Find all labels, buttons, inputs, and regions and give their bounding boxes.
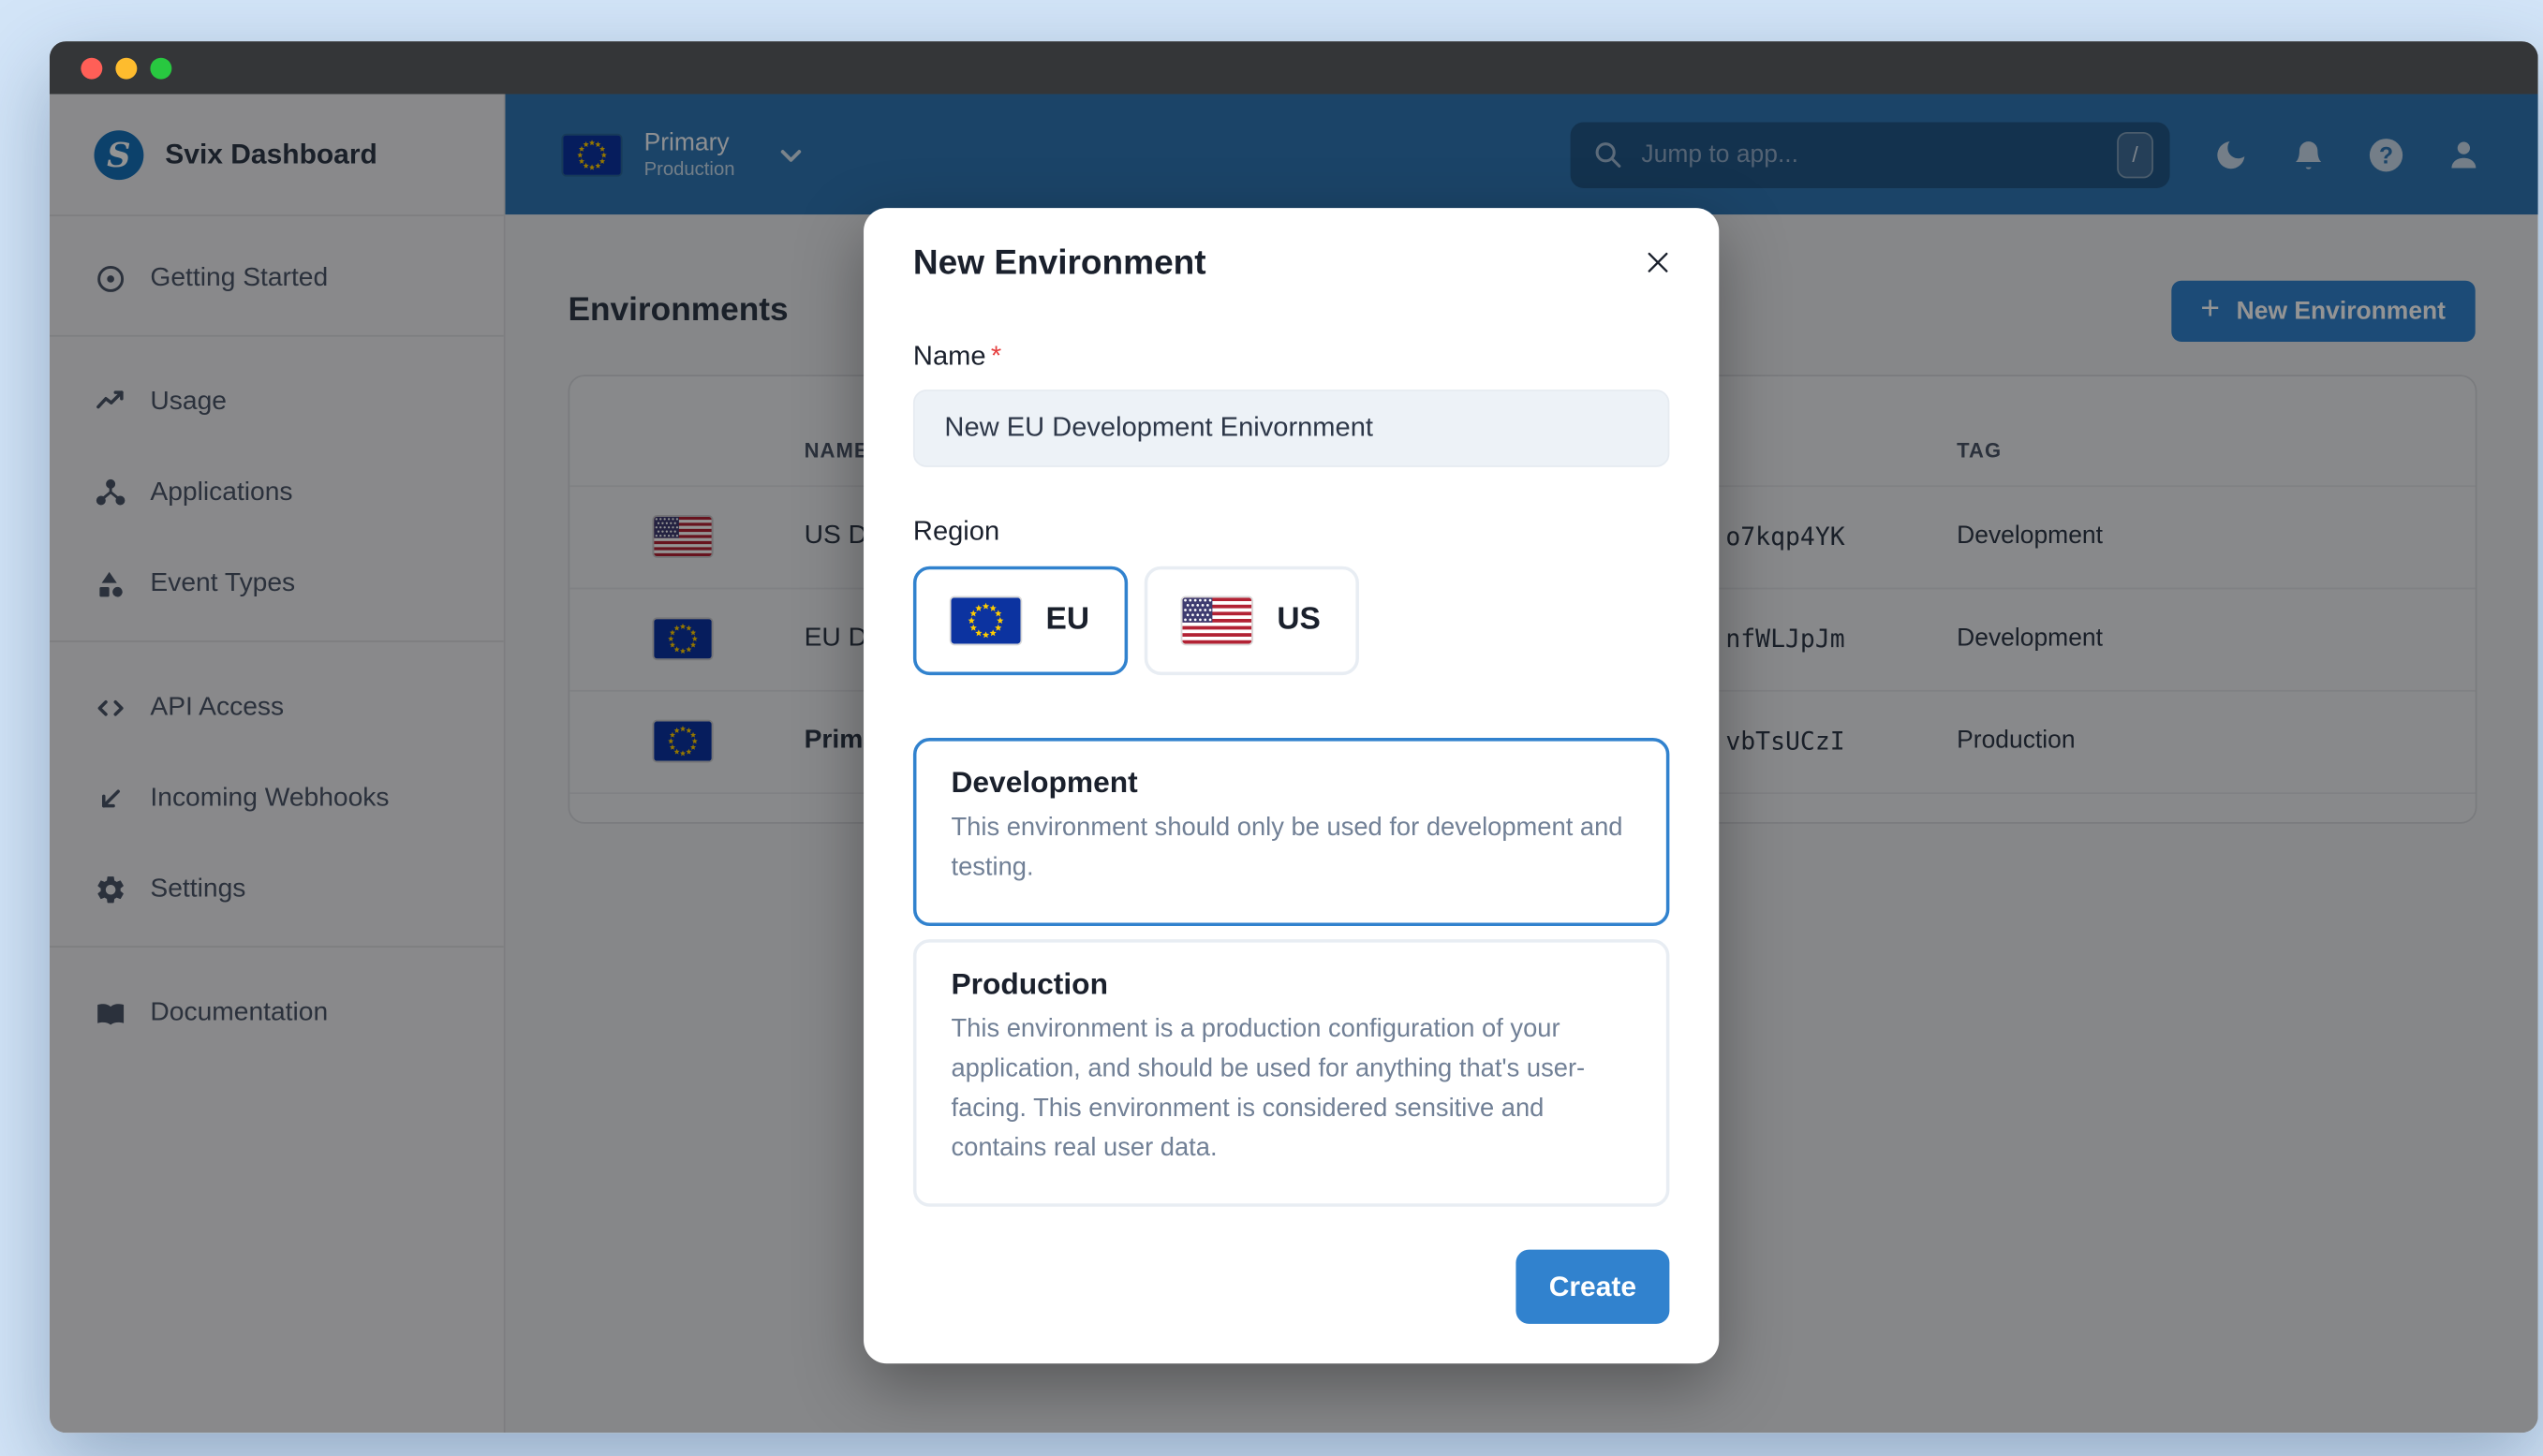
close-icon bbox=[1648, 252, 1668, 272]
region-option-us[interactable]: US bbox=[1144, 566, 1359, 676]
screen: S Svix Dashboard Getting Started Usage A… bbox=[0, 0, 2543, 1456]
environment-name-input[interactable] bbox=[912, 390, 1670, 467]
close-window-button[interactable] bbox=[81, 56, 103, 79]
dialog-title: New Environment bbox=[912, 243, 1206, 283]
required-asterisk: * bbox=[990, 341, 1002, 372]
env-type-description: This environment should only be used for… bbox=[951, 814, 1623, 882]
name-label: Name * bbox=[913, 342, 1669, 373]
eu-flag-icon bbox=[952, 597, 1022, 644]
env-type-description: This environment is a production configu… bbox=[951, 1015, 1586, 1163]
name-label-text: Name bbox=[912, 341, 986, 372]
create-button[interactable]: Create bbox=[1515, 1249, 1670, 1324]
env-type-title: Development bbox=[951, 766, 1138, 800]
region-code: EU bbox=[1045, 602, 1090, 638]
region-options: EU US bbox=[912, 566, 1669, 676]
env-type-option-development[interactable]: Development This environment should only… bbox=[912, 738, 1670, 927]
window-titlebar bbox=[49, 41, 2538, 95]
env-type-title: Production bbox=[951, 967, 1108, 1001]
new-environment-dialog: New Environment Name* Region EU US bbox=[864, 208, 1720, 1364]
env-type-option-production[interactable]: Production This environment is a product… bbox=[912, 939, 1670, 1207]
close-dialog-button[interactable] bbox=[1634, 238, 1683, 287]
region-label: Region bbox=[912, 516, 1000, 547]
minimize-window-button[interactable] bbox=[115, 56, 138, 79]
region-option-eu[interactable]: EU bbox=[912, 566, 1129, 676]
app-window: S Svix Dashboard Getting Started Usage A… bbox=[49, 41, 2538, 1434]
zoom-window-button[interactable] bbox=[150, 56, 172, 79]
us-flag-icon bbox=[1182, 597, 1252, 644]
region-code: US bbox=[1277, 602, 1321, 638]
